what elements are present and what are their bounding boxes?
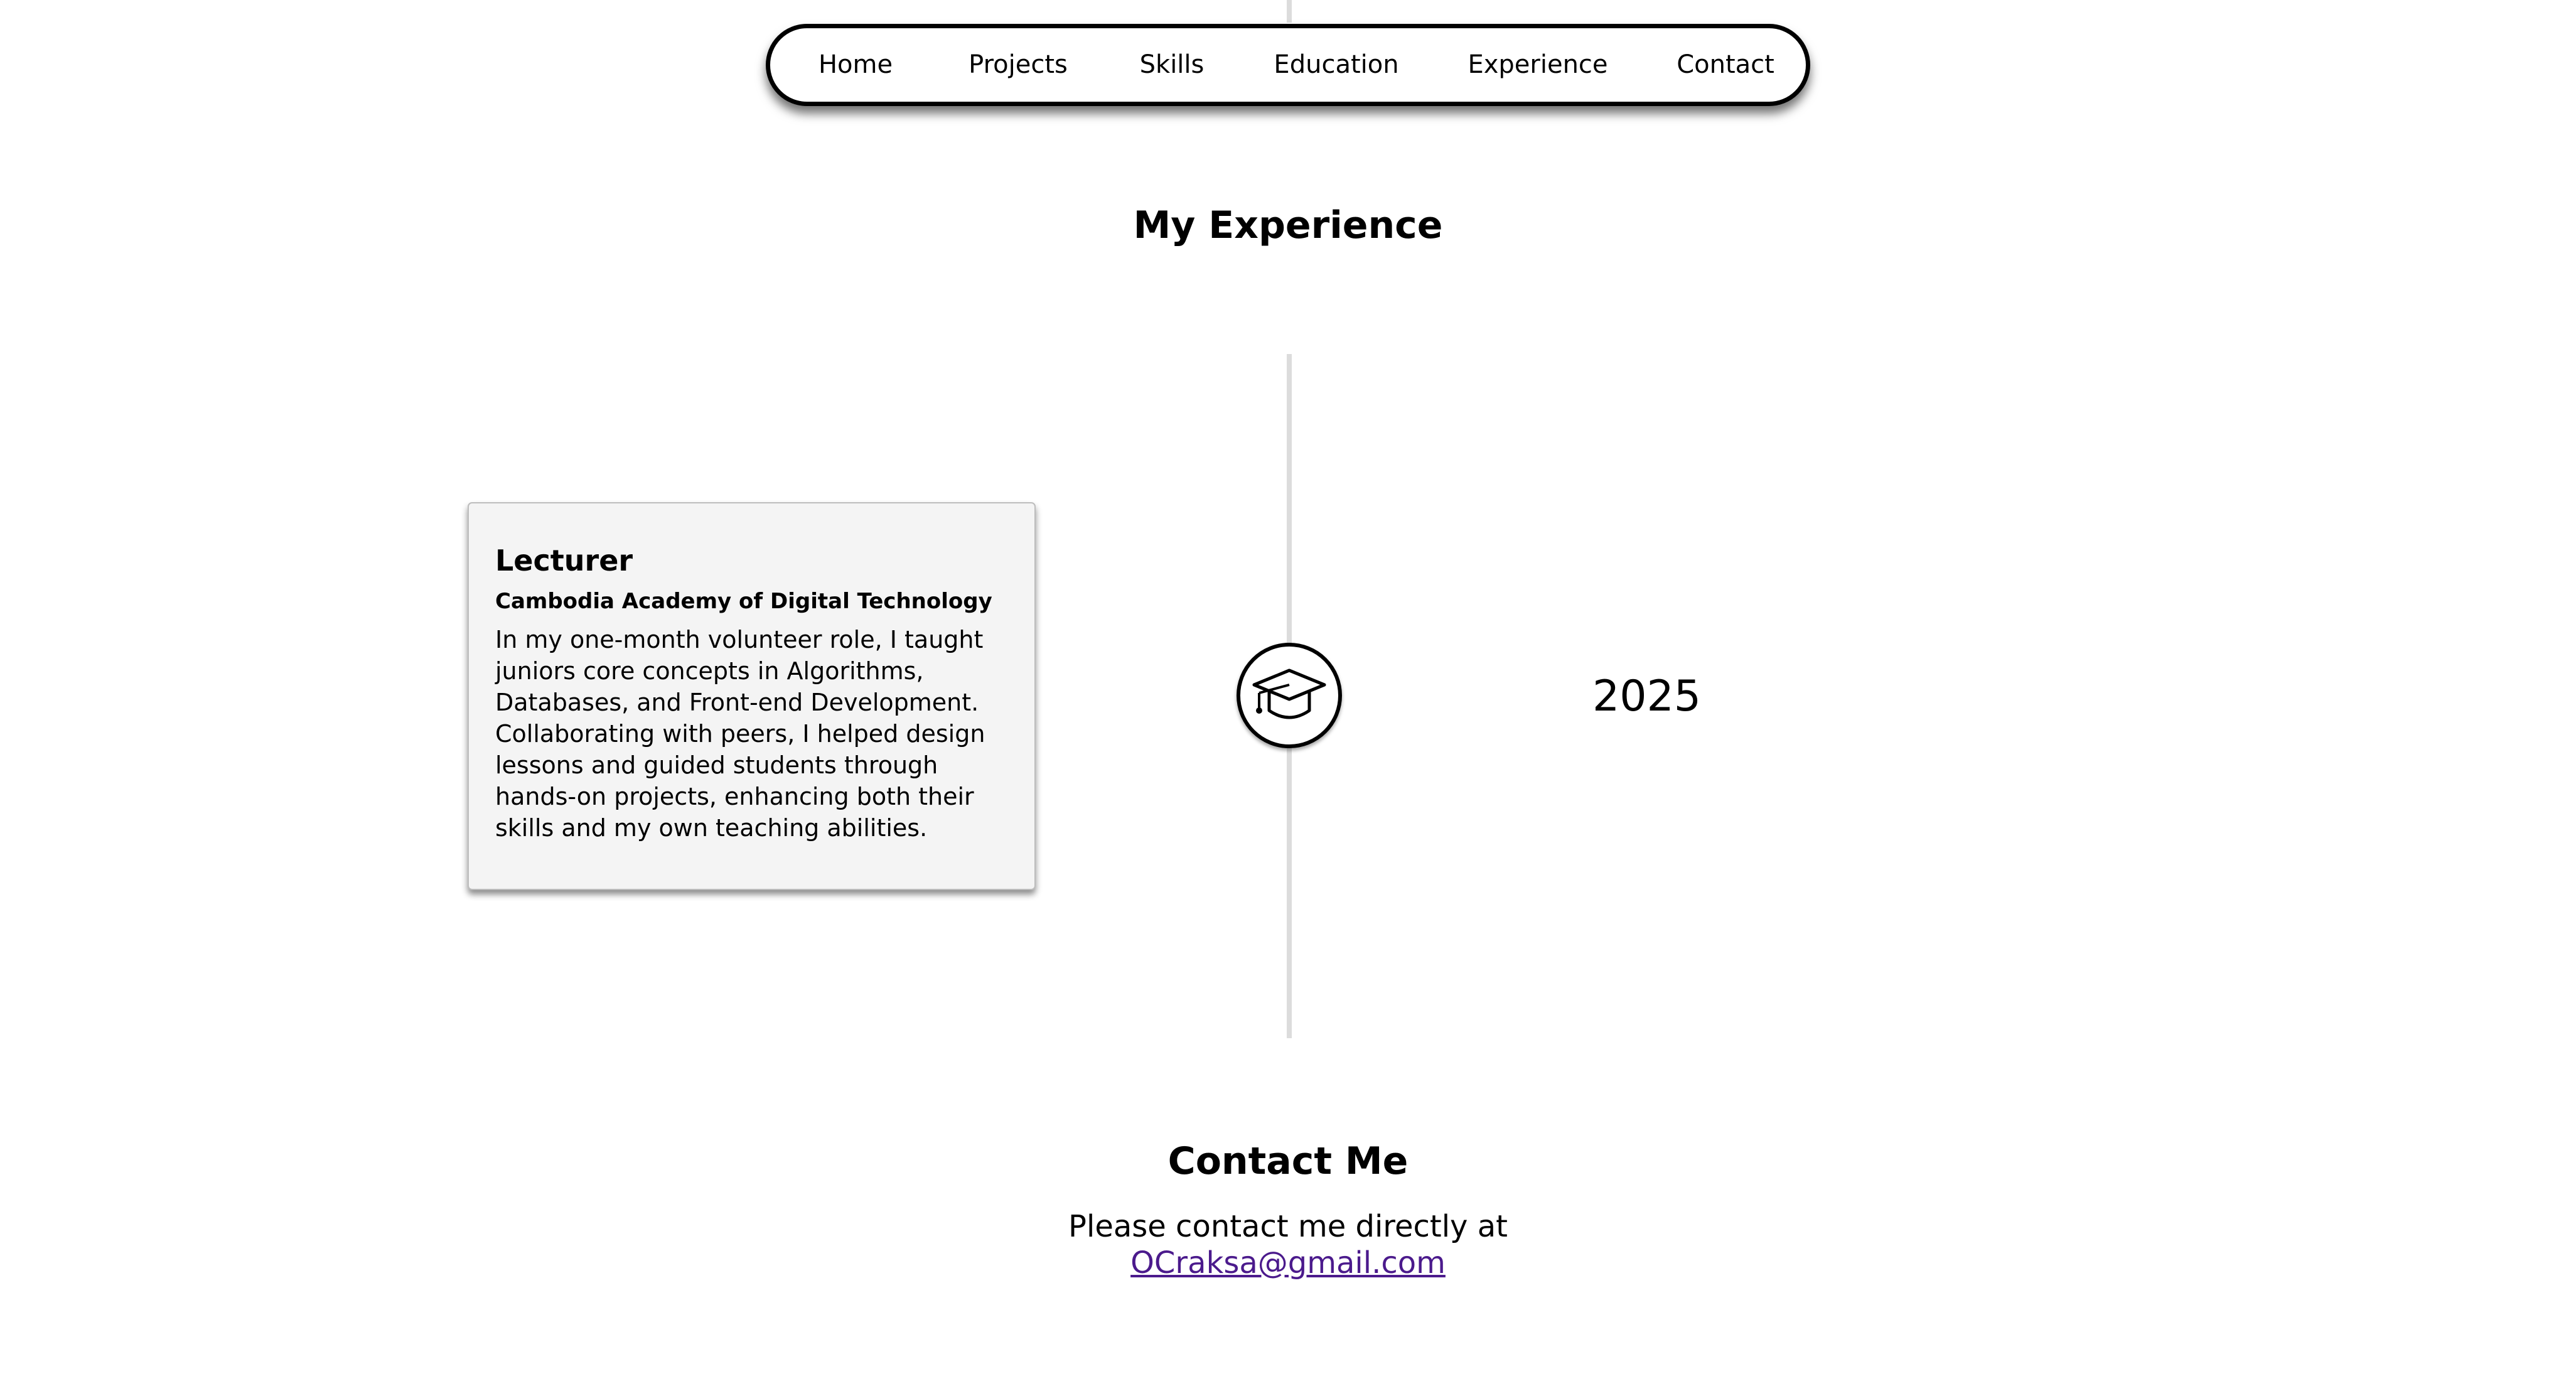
- experience-role: Lecturer: [495, 544, 633, 577]
- nav-link-experience[interactable]: Experience: [1468, 28, 1607, 102]
- timeline-node: [1237, 643, 1342, 748]
- experience-section-title: My Experience: [1133, 203, 1443, 247]
- timeline-line-top: [1287, 0, 1292, 23]
- contact-section-title: Contact Me: [1167, 1139, 1409, 1183]
- contact-email-line: OCraksa@gmail.com: [0, 1245, 2576, 1281]
- experience-organization: Cambodia Academy of Digital Technology: [495, 589, 992, 614]
- contact-text: Please contact me directly at: [1068, 1209, 1508, 1244]
- navbar: Home Projects Skills Education Experienc…: [766, 24, 1810, 106]
- experience-description: In my one-month volunteer role, I taught…: [495, 626, 985, 842]
- experience-card: Lecturer Cambodia Academy of Digital Tec…: [468, 502, 1036, 890]
- nav-link-home[interactable]: Home: [818, 28, 893, 102]
- experience-year: 2025: [1592, 672, 1702, 721]
- nav-link-education[interactable]: Education: [1274, 28, 1398, 102]
- nav-link-contact[interactable]: Contact: [1677, 28, 1774, 102]
- nav-link-skills[interactable]: Skills: [1140, 28, 1205, 102]
- nav-link-projects[interactable]: Projects: [969, 28, 1068, 102]
- contact-email-link[interactable]: OCraksa@gmail.com: [1130, 1245, 1446, 1281]
